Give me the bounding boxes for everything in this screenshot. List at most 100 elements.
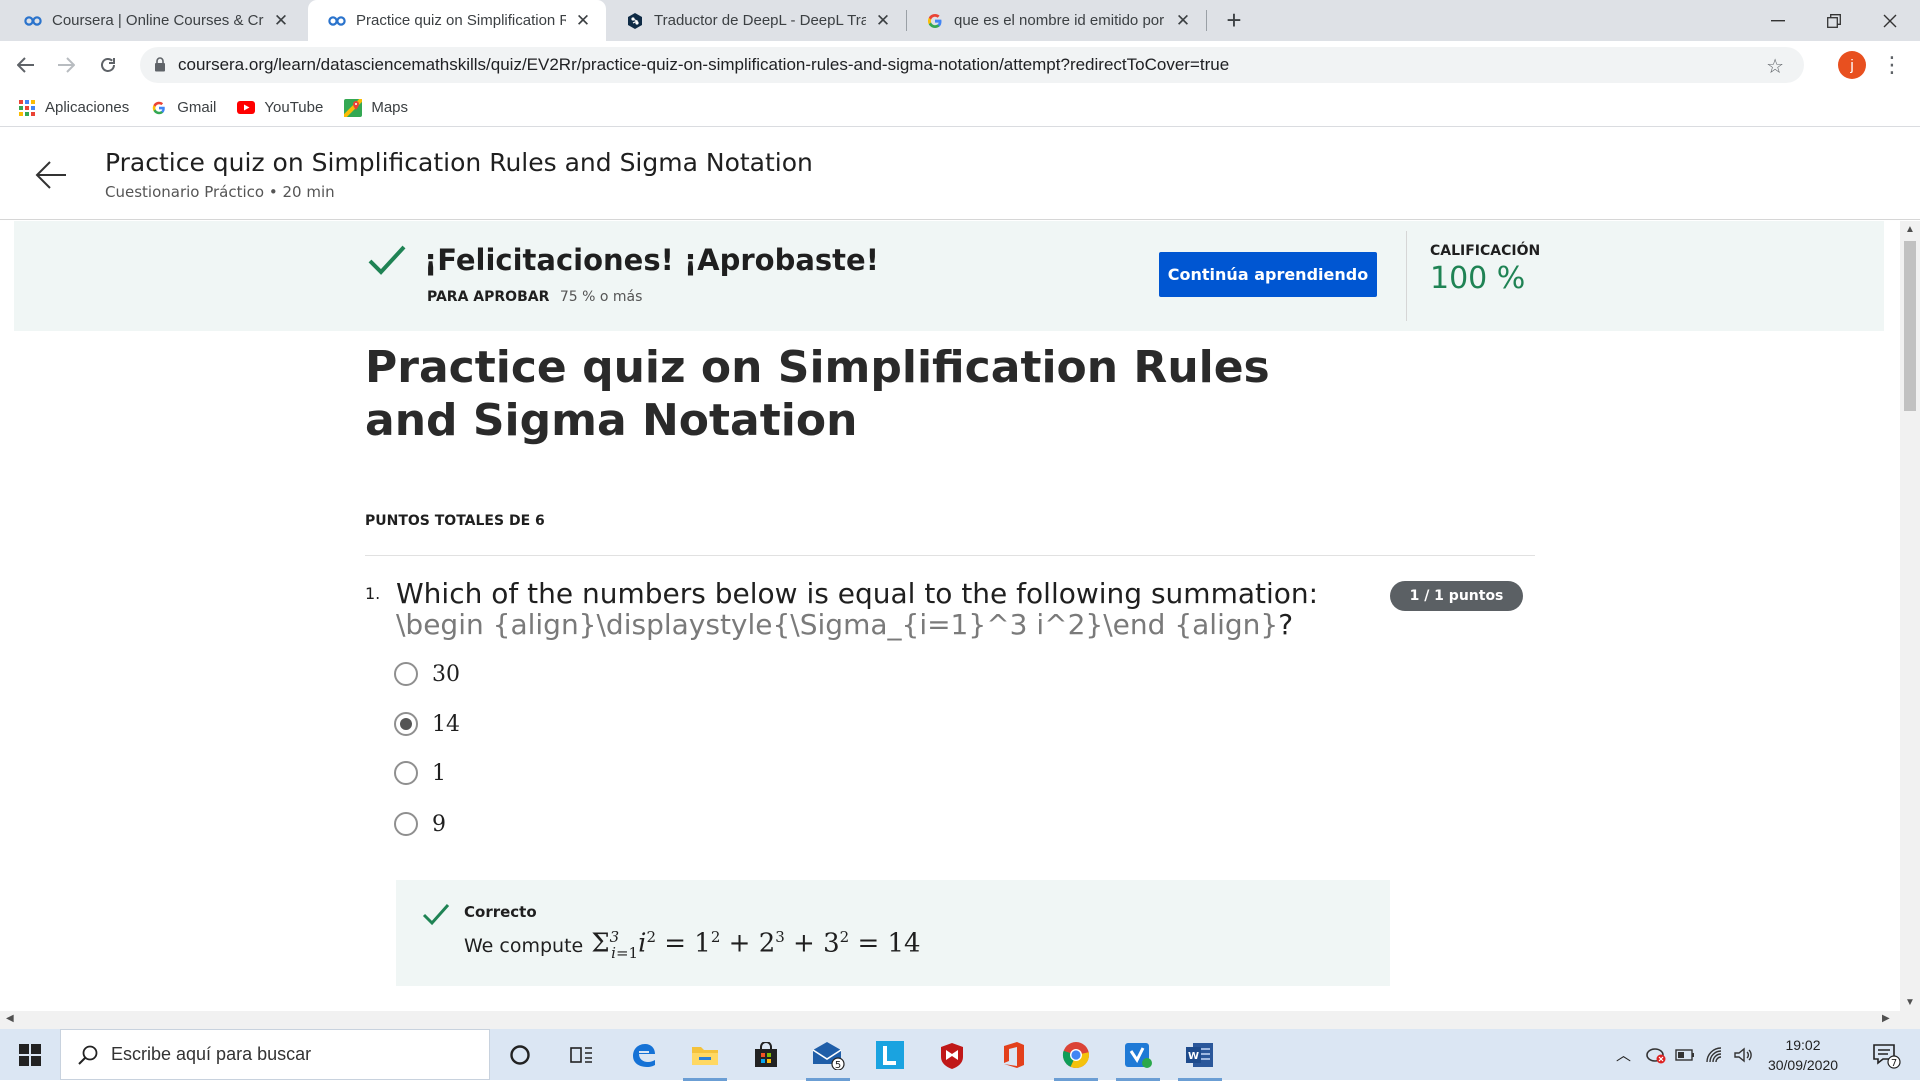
- answer-option[interactable]: 30: [394, 659, 460, 689]
- question-number: 1.: [365, 584, 381, 603]
- close-tab-icon[interactable]: ✕: [574, 11, 592, 31]
- bookmark-gmail[interactable]: Gmail: [150, 99, 216, 117]
- notification-badge-count: 7: [1891, 1058, 1897, 1069]
- page-title: Practice quiz on Simplification Rules an…: [105, 148, 813, 177]
- check-icon: [368, 245, 406, 275]
- feedback-box: Correcto We compute Σ3i=1i2 = 12 + 23 + …: [396, 880, 1390, 986]
- lock-icon: [155, 57, 165, 72]
- answer-option[interactable]: 1: [394, 758, 446, 788]
- scroll-down-icon[interactable]: ▼: [1905, 997, 1915, 1008]
- system-tray: ︿: [1616, 1029, 1753, 1080]
- continue-learning-button[interactable]: Continúa aprendiendo: [1159, 252, 1377, 297]
- show-hidden-icons-icon[interactable]: ︿: [1616, 1044, 1631, 1065]
- pass-value: 75 % o más: [559, 289, 643, 305]
- divider: [1406, 231, 1407, 321]
- bookmark-label: YouTube: [264, 99, 324, 116]
- close-tab-icon[interactable]: ✕: [272, 11, 290, 31]
- search-icon: [78, 1045, 98, 1065]
- bookmark-apps[interactable]: Aplicaciones: [18, 99, 129, 117]
- antivirus-status-icon[interactable]: [1645, 1045, 1667, 1065]
- windows-taskbar: Escribe aquí para buscar 5 W ︿ 19:02 30/…: [0, 1029, 1920, 1081]
- bookmark-label: Maps: [371, 99, 409, 116]
- bookmark-youtube[interactable]: YouTube: [237, 99, 323, 117]
- wifi-icon[interactable]: [1705, 1046, 1725, 1064]
- profile-avatar[interactable]: j: [1838, 51, 1866, 79]
- coursera-icon: [328, 12, 346, 30]
- scroll-right-icon[interactable]: ▶: [1882, 1013, 1890, 1024]
- deepl-icon: [626, 12, 644, 30]
- question-tex: \begin {align}\displaystyle{\Sigma_{i=1}…: [396, 608, 1279, 641]
- tab-coursera-home[interactable]: Coursera | Online Courses & Credentials …: [4, 0, 304, 41]
- vertical-scrollbar[interactable]: ▲ ▼: [1900, 221, 1920, 1011]
- mail-icon[interactable]: 5: [804, 1034, 852, 1081]
- taskbar-clock[interactable]: 19:02 30/09/2020: [1758, 1035, 1848, 1075]
- volume-icon[interactable]: [1733, 1046, 1753, 1064]
- store-icon[interactable]: [742, 1034, 790, 1076]
- grade-label: CALIFICACIÓN: [1430, 243, 1541, 259]
- close-tab-icon[interactable]: ✕: [1174, 11, 1192, 31]
- close-window-icon[interactable]: [1862, 0, 1918, 41]
- clock-time: 19:02: [1785, 1037, 1821, 1053]
- option-label: 9: [432, 811, 446, 837]
- bookmark-label: Gmail: [177, 99, 217, 116]
- url-text: coursera.org/learn/datasciencemathskills…: [178, 55, 1230, 74]
- cortana-icon[interactable]: [496, 1034, 544, 1076]
- chrome-icon[interactable]: [1052, 1034, 1100, 1081]
- search-placeholder: Escribe aquí para buscar: [111, 1044, 312, 1064]
- new-tab-button[interactable]: +: [1218, 4, 1250, 36]
- main-content: ¡Felicitaciones! ¡Aprobaste! PARA APROBA…: [0, 221, 1900, 1011]
- radio-button[interactable]: [394, 761, 418, 785]
- bookmark-label: Aplicaciones: [45, 99, 130, 116]
- tab-google-search[interactable]: que es el nombre id emitido por ✕: [906, 0, 1206, 41]
- back-arrow-icon[interactable]: [34, 158, 68, 192]
- answer-option[interactable]: 14: [394, 709, 460, 739]
- notification-center-icon[interactable]: 7: [1862, 1034, 1910, 1076]
- forward-icon[interactable]: [52, 51, 80, 79]
- maps-icon: [344, 98, 363, 117]
- tab-deepl[interactable]: Traductor de DeepL - DeepL Translate ✕: [606, 0, 906, 41]
- bookmark-star-icon[interactable]: ☆: [1766, 54, 1784, 79]
- close-tab-icon[interactable]: ✕: [874, 11, 892, 31]
- browser-toolbar: coursera.org/learn/datasciencemathskills…: [0, 41, 1920, 89]
- vpn-app-icon[interactable]: [1114, 1034, 1162, 1081]
- bookmark-maps[interactable]: Maps: [344, 98, 409, 117]
- taskbar-search-input[interactable]: Escribe aquí para buscar: [60, 1029, 490, 1080]
- restore-icon[interactable]: [1806, 0, 1862, 41]
- coursera-icon: [24, 12, 42, 30]
- tab-practice-quiz[interactable]: Practice quiz on Simplification Rules an…: [308, 0, 606, 41]
- task-view-icon[interactable]: [558, 1034, 606, 1076]
- minimize-icon[interactable]: [1750, 0, 1806, 41]
- browser-menu-icon[interactable]: ⋮: [1881, 50, 1903, 80]
- scrollbar-thumb[interactable]: [1904, 241, 1916, 411]
- radio-button[interactable]: [394, 662, 418, 686]
- points-badge: 1 / 1 puntos: [1390, 581, 1523, 611]
- tab-separator: [1206, 10, 1207, 31]
- horizontal-scrollbar[interactable]: ◀ ▶: [0, 1011, 1920, 1029]
- clock-date: 30/09/2020: [1767, 1057, 1839, 1073]
- scroll-left-icon[interactable]: ◀: [6, 1013, 14, 1024]
- battery-icon[interactable]: [1675, 1048, 1695, 1062]
- reload-icon[interactable]: [94, 51, 122, 79]
- back-icon[interactable]: [12, 51, 40, 79]
- edge-icon[interactable]: [620, 1034, 668, 1076]
- scroll-up-icon[interactable]: ▲: [1905, 224, 1915, 235]
- radio-button[interactable]: [394, 812, 418, 836]
- answer-option[interactable]: 9: [394, 809, 446, 839]
- word-icon[interactable]: W: [1176, 1034, 1224, 1081]
- grade-value: 100 %: [1430, 261, 1526, 296]
- feedback-explanation: We compute Σ3i=1i2 = 12 + 23 + 32 = 14: [464, 928, 921, 962]
- radio-button-selected[interactable]: [394, 712, 418, 736]
- windows-logo-icon: [19, 1043, 41, 1066]
- app-l-icon[interactable]: [866, 1034, 914, 1076]
- divider: [365, 555, 1535, 556]
- svg-text:W: W: [1188, 1051, 1199, 1062]
- youtube-icon: [237, 99, 256, 117]
- total-points: PUNTOS TOTALES DE 6: [365, 513, 545, 529]
- start-button[interactable]: [0, 1029, 60, 1080]
- address-bar[interactable]: coursera.org/learn/datasciencemathskills…: [140, 47, 1804, 83]
- file-explorer-icon[interactable]: [681, 1034, 729, 1081]
- mcafee-icon[interactable]: [928, 1034, 976, 1076]
- question-prompt: Which of the numbers below is equal to t…: [396, 577, 1319, 610]
- course-item-header: Practice quiz on Simplification Rules an…: [0, 128, 1920, 220]
- office-icon[interactable]: [990, 1034, 1038, 1076]
